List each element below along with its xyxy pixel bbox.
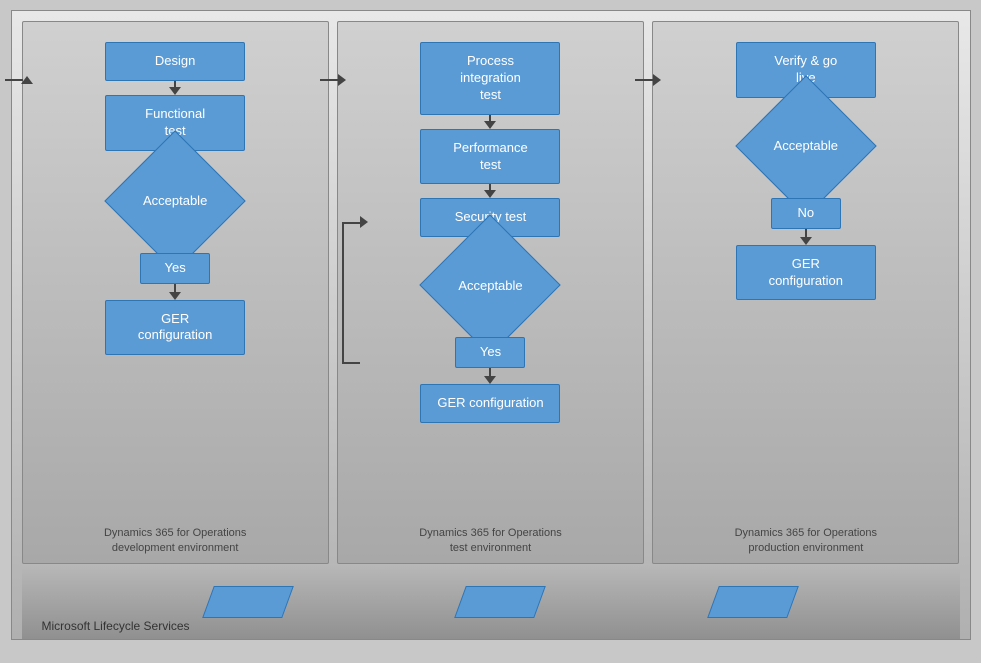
no-box-col3: No: [771, 198, 841, 229]
bottom-strip: Microsoft Lifecycle Services: [22, 564, 960, 639]
process-integration-box: Processintegrationtest: [420, 42, 560, 115]
entry-arrow-col2: [320, 74, 346, 86]
yes-box-col2: Yes: [455, 337, 525, 368]
loop-back-top: [342, 222, 360, 224]
column-dev: Design Functionaltest Acceptable Yes: [22, 21, 329, 564]
no-branch-col3: No: [771, 198, 841, 229]
loop-back-vertical: [342, 222, 344, 364]
yes-branch-col1: Yes: [33, 253, 318, 284]
performance-test-box: Performancetest: [420, 129, 560, 185]
ger-config-col1: GERconfiguration: [105, 300, 245, 356]
column-test: Processintegrationtest Performancetest S…: [337, 21, 644, 564]
col2-label: Dynamics 365 for Operationstest environm…: [338, 526, 643, 555]
ger-config-col3: GERconfiguration: [736, 245, 876, 301]
yes-branch-col2: Yes: [455, 337, 525, 368]
acceptable-diamond-col1: Acceptable: [105, 171, 245, 231]
col3-label: Dynamics 365 for Operationsproduction en…: [653, 526, 958, 555]
main-container: Design Functionaltest Acceptable Yes: [11, 10, 971, 640]
col1-label: Dynamics 365 for Operationsdevelopment e…: [23, 526, 328, 555]
acceptable-diamond-col3: Acceptable: [736, 116, 876, 176]
entry-arrow-col1: [5, 74, 31, 86]
lifecycle-services-label: Microsoft Lifecycle Services: [42, 619, 190, 633]
entry-arrow-col3: [635, 74, 661, 86]
parallelogram-2: [455, 586, 547, 618]
columns-area: Design Functionaltest Acceptable Yes: [12, 11, 970, 564]
loop-back-line: [342, 362, 360, 364]
parallelogram-1: [202, 586, 294, 618]
yes-box-col1: Yes: [140, 253, 210, 284]
parallelogram-3: [707, 586, 799, 618]
design-box: Design: [105, 42, 245, 81]
acceptable-diamond-col2: Acceptable: [420, 255, 560, 315]
column-prod: Verify & golive Acceptable No GERconfigu…: [652, 21, 959, 564]
loop-back-arrow: [360, 216, 368, 228]
ger-config-col2: GER configuration: [420, 384, 560, 423]
